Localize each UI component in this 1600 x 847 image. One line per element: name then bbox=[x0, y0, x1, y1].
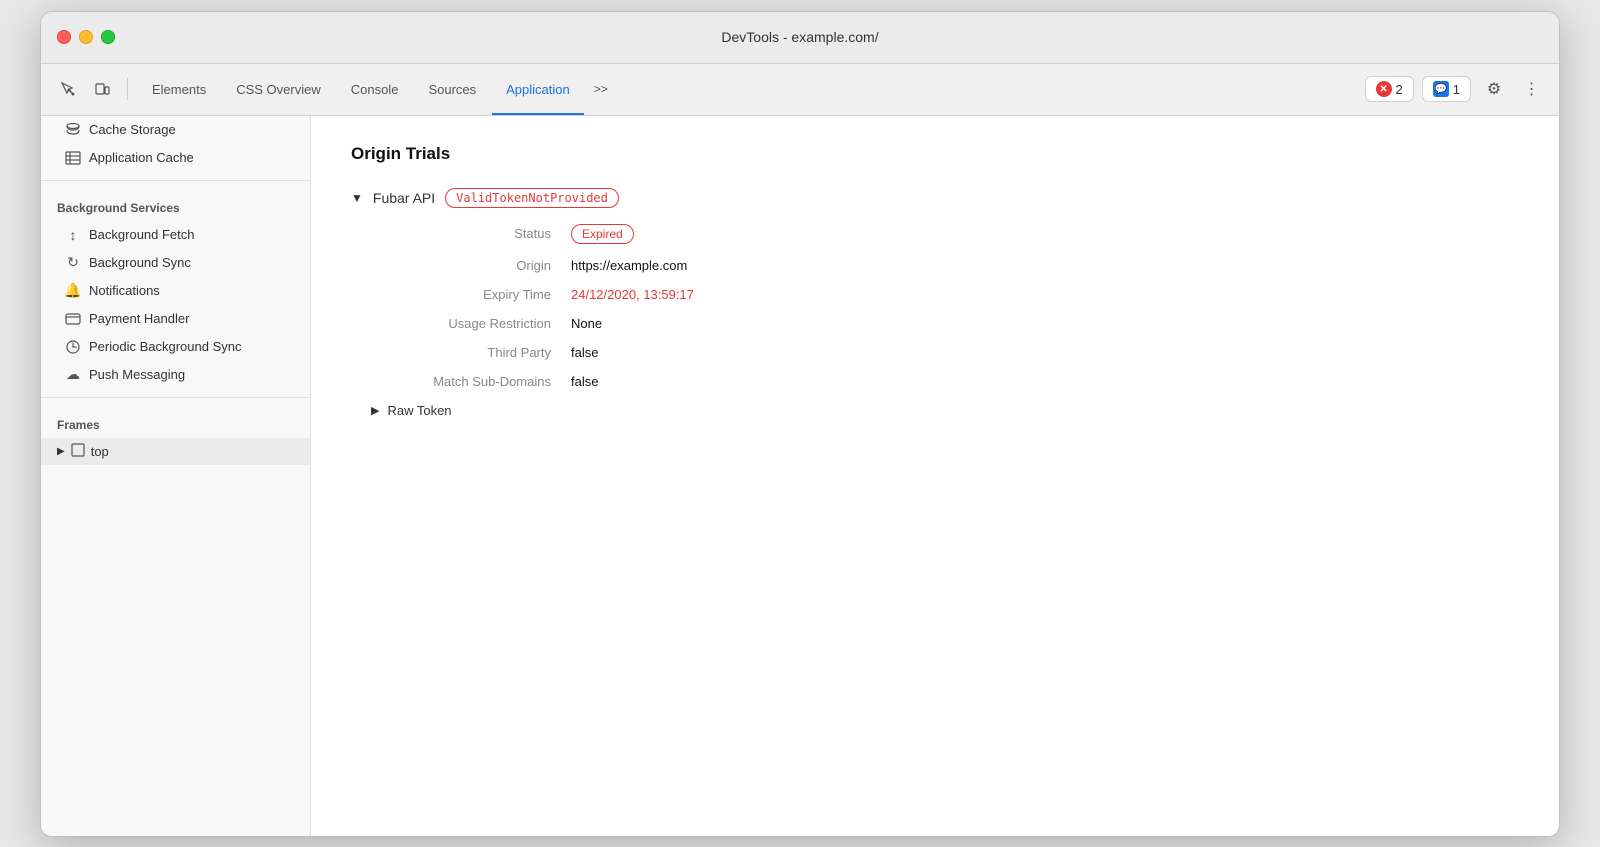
sidebar-item-payment-handler[interactable]: Payment Handler bbox=[41, 305, 310, 333]
background-sync-icon: ↻ bbox=[65, 255, 81, 271]
application-cache-icon bbox=[65, 150, 81, 166]
devtools-window: DevTools - example.com/ Elements CSS Ove… bbox=[40, 11, 1560, 837]
push-messaging-icon: ☁ bbox=[65, 367, 81, 383]
background-services-header: Background Services bbox=[41, 189, 310, 221]
third-party-row: Third Party false bbox=[371, 345, 1519, 360]
tab-application[interactable]: Application bbox=[492, 64, 584, 115]
third-party-label: Third Party bbox=[371, 345, 571, 360]
main-area: Cache Storage Application Cache bbox=[41, 116, 1559, 836]
expiry-value: 24/12/2020, 13:59:17 bbox=[571, 287, 694, 302]
trial-expand-arrow[interactable]: ▼ bbox=[351, 191, 363, 205]
usage-label: Usage Restriction bbox=[371, 316, 571, 331]
sidebar-item-top[interactable]: ▶ top bbox=[41, 438, 310, 465]
toolbar-right: ✕ 2 💬 1 ⚙ ⋮ bbox=[1365, 74, 1547, 104]
sidebar-item-background-fetch[interactable]: ↕ Background Fetch bbox=[41, 221, 310, 249]
sidebar-item-notifications[interactable]: 🔔 Notifications bbox=[41, 277, 310, 305]
frames-section: Frames ▶ top bbox=[41, 406, 310, 465]
raw-token-expand-arrow[interactable]: ▶ bbox=[371, 404, 379, 417]
usage-row: Usage Restriction None bbox=[371, 316, 1519, 331]
inspect-element-button[interactable] bbox=[53, 74, 83, 104]
sidebar: Cache Storage Application Cache bbox=[41, 116, 311, 836]
third-party-value: false bbox=[571, 345, 598, 360]
expiry-row: Expiry Time 24/12/2020, 13:59:17 bbox=[371, 287, 1519, 302]
match-subdomains-label: Match Sub-Domains bbox=[371, 374, 571, 389]
device-toolbar-button[interactable] bbox=[87, 74, 117, 104]
origin-value: https://example.com bbox=[571, 258, 687, 273]
frame-arrow-icon: ▶ bbox=[57, 446, 65, 457]
trial-header: ▼ Fubar API ValidTokenNotProvided bbox=[351, 188, 1519, 208]
trial-details: Status Expired Origin https://example.co… bbox=[371, 224, 1519, 418]
tab-elements[interactable]: Elements bbox=[138, 64, 220, 115]
payment-handler-icon bbox=[65, 311, 81, 327]
trial-name: Fubar API bbox=[373, 190, 435, 206]
toolbar-tabs: Elements CSS Overview Console Sources Ap… bbox=[138, 64, 1361, 115]
match-subdomains-row: Match Sub-Domains false bbox=[371, 374, 1519, 389]
status-value: Expired bbox=[571, 224, 634, 244]
toolbar: Elements CSS Overview Console Sources Ap… bbox=[41, 64, 1559, 116]
raw-token-label: Raw Token bbox=[387, 403, 451, 418]
content-panel: Origin Trials ▼ Fubar API ValidTokenNotP… bbox=[311, 116, 1559, 836]
match-subdomains-value: false bbox=[571, 374, 598, 389]
origin-label: Origin bbox=[371, 258, 571, 273]
status-label: Status bbox=[371, 226, 571, 241]
background-fetch-icon: ↕ bbox=[65, 227, 81, 243]
sidebar-item-background-sync[interactable]: ↻ Background Sync bbox=[41, 249, 310, 277]
notifications-icon: 🔔 bbox=[65, 283, 81, 299]
info-badge: 💬 bbox=[1433, 81, 1449, 97]
storage-section: Cache Storage Application Cache bbox=[41, 116, 310, 172]
info-count-button[interactable]: 💬 1 bbox=[1422, 76, 1471, 102]
sidebar-item-application-cache[interactable]: Application Cache bbox=[41, 144, 310, 172]
expiry-label: Expiry Time bbox=[371, 287, 571, 302]
origin-trial-section: ▼ Fubar API ValidTokenNotProvided Status… bbox=[351, 188, 1519, 418]
usage-value: None bbox=[571, 316, 602, 331]
settings-button[interactable]: ⚙ bbox=[1479, 74, 1509, 104]
background-services-section: Background Services ↕ Background Fetch ↻… bbox=[41, 189, 310, 389]
close-button[interactable] bbox=[57, 30, 71, 44]
tab-sources[interactable]: Sources bbox=[414, 64, 490, 115]
more-options-button[interactable]: ⋮ bbox=[1517, 74, 1547, 104]
more-tabs-button[interactable]: >> bbox=[586, 74, 616, 104]
periodic-background-sync-icon bbox=[65, 339, 81, 355]
frames-header: Frames bbox=[41, 406, 310, 438]
window-title: DevTools - example.com/ bbox=[721, 29, 878, 45]
page-title: Origin Trials bbox=[351, 144, 1519, 164]
trial-status-badge: ValidTokenNotProvided bbox=[445, 188, 619, 208]
raw-token-row: ▶ Raw Token bbox=[371, 403, 1519, 418]
toolbar-separator-1 bbox=[127, 78, 128, 100]
status-row: Status Expired bbox=[371, 224, 1519, 244]
traffic-lights bbox=[57, 30, 115, 44]
title-bar: DevTools - example.com/ bbox=[41, 12, 1559, 64]
sidebar-item-periodic-background-sync[interactable]: Periodic Background Sync bbox=[41, 333, 310, 361]
sidebar-divider-1 bbox=[41, 180, 310, 181]
error-badge: ✕ bbox=[1376, 81, 1392, 97]
tab-css-overview[interactable]: CSS Overview bbox=[222, 64, 335, 115]
cache-storage-icon bbox=[65, 122, 81, 138]
maximize-button[interactable] bbox=[101, 30, 115, 44]
minimize-button[interactable] bbox=[79, 30, 93, 44]
sidebar-item-cache-storage[interactable]: Cache Storage bbox=[41, 116, 310, 144]
frame-page-icon bbox=[71, 443, 85, 460]
tab-console[interactable]: Console bbox=[337, 64, 413, 115]
error-count-button[interactable]: ✕ 2 bbox=[1365, 76, 1414, 102]
sidebar-item-push-messaging[interactable]: ☁ Push Messaging bbox=[41, 361, 310, 389]
origin-row: Origin https://example.com bbox=[371, 258, 1519, 273]
sidebar-divider-2 bbox=[41, 397, 310, 398]
